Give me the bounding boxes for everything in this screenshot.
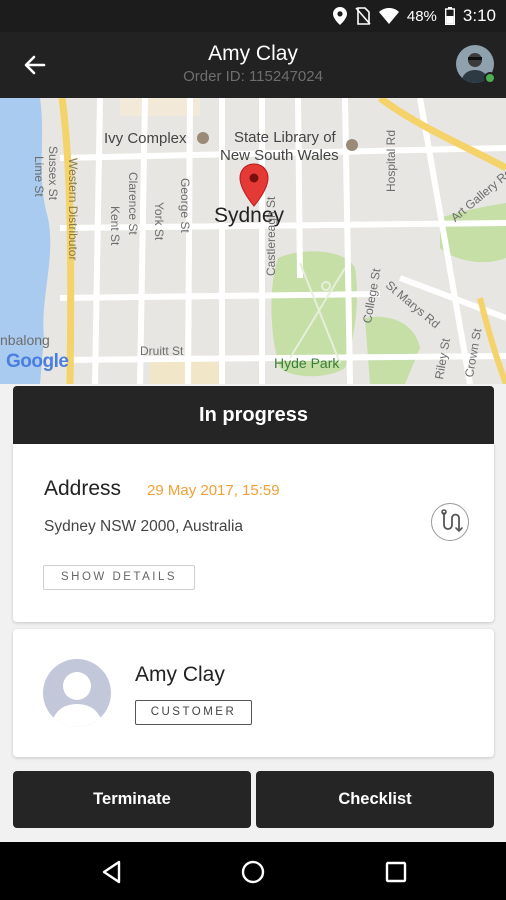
map-label-hospital: Hospital Rd [384, 129, 398, 192]
address-title: Address [44, 477, 122, 500]
address-card: Address 29 May 2017, 15:59 Sydney NSW 20… [13, 444, 494, 622]
google-logo: Google [6, 351, 69, 372]
location-icon [332, 7, 347, 25]
order-id: Order ID: 115247024 [183, 68, 323, 85]
map-label-barangaroo: nbalong [0, 332, 50, 348]
customer-role-badge: CUSTOMER [135, 700, 252, 725]
clock-time: 3:10 [462, 6, 496, 25]
map-label-clarence: Clarence St [126, 172, 140, 235]
customer-name: Amy Clay [135, 663, 225, 686]
directions-button[interactable] [431, 503, 469, 541]
route-icon [441, 509, 463, 533]
wifi-icon [378, 8, 399, 24]
system-nav-bar [0, 842, 506, 900]
status-bar: 48% 3:10 [0, 0, 506, 32]
map-label-lime: Lime St [32, 156, 46, 197]
page-title: Amy Clay [208, 42, 298, 65]
map-label-western: Western Distributor [66, 158, 80, 261]
map-label-york: York St [152, 202, 166, 241]
map-label-hyde-park: Hyde Park [274, 355, 340, 371]
map-label-library-1: State Library of [234, 129, 336, 146]
nav-home-icon[interactable] [240, 859, 266, 885]
map-label-george: George St [178, 178, 192, 233]
checklist-button[interactable]: Checklist [256, 771, 494, 828]
terminate-button[interactable]: Terminate [13, 771, 251, 828]
map-view[interactable]: Ivy Complex State Library of New South W… [0, 98, 506, 384]
order-status-header: In progress [13, 386, 494, 444]
map-label-kent: Kent St [108, 206, 122, 246]
map-label-library-2: New South Wales [220, 147, 339, 164]
address-text: Sydney NSW 2000, Australia [44, 518, 244, 535]
map-label-druitt: Druitt St [140, 344, 184, 358]
battery-icon [444, 7, 455, 25]
battery-percent: 48% [406, 7, 437, 25]
map-label-ivy: Ivy Complex [104, 130, 187, 147]
map-label-sussex: Sussex St [46, 146, 60, 201]
customer-avatar-icon [43, 659, 111, 727]
online-status-dot [484, 72, 496, 84]
map-label-castlereagh: Castlereagh St [264, 196, 278, 276]
nav-back-icon[interactable] [99, 859, 125, 885]
no-sim-icon [355, 7, 371, 25]
nav-recents-icon[interactable] [383, 859, 409, 885]
show-details-button[interactable]: SHOW DETAILS [43, 565, 195, 590]
order-date: 29 May 2017, 15:59 [147, 482, 280, 499]
app-bar: Amy Clay Order ID: 115247024 [0, 32, 506, 98]
customer-card: Amy Clay CUSTOMER [13, 629, 494, 757]
